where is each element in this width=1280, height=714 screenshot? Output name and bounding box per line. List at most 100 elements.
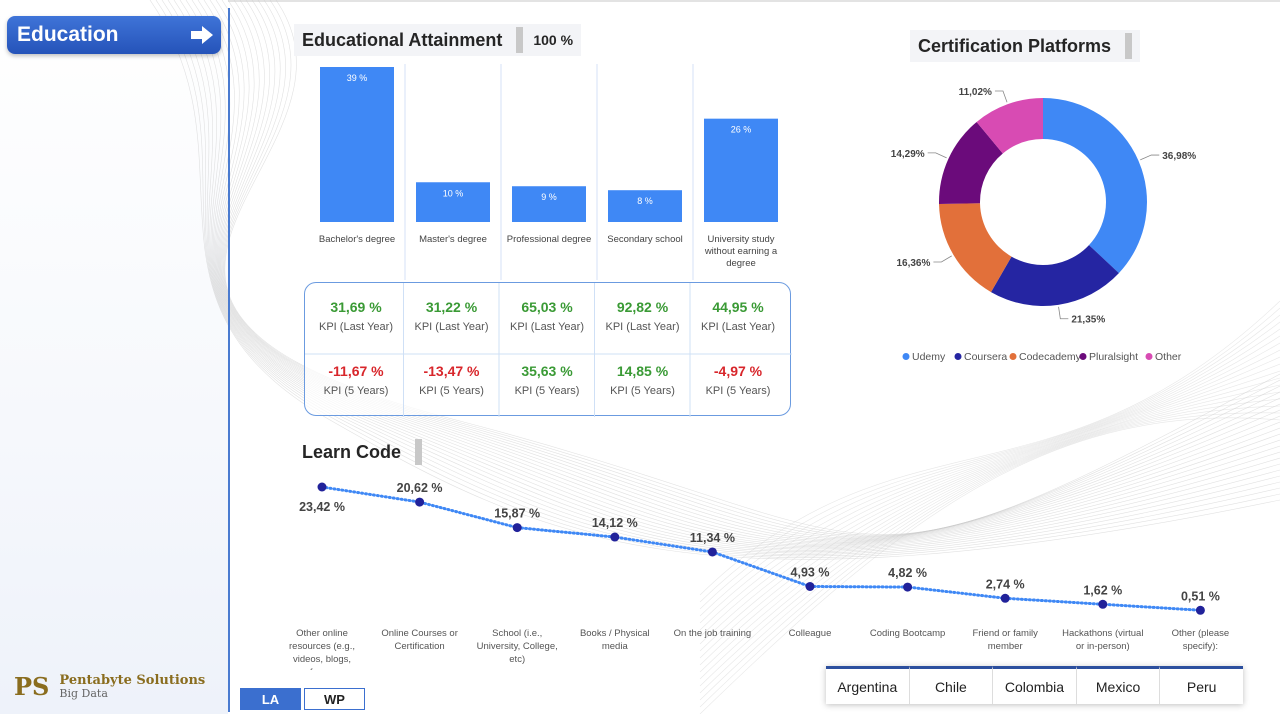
donut-leader-line (1058, 306, 1069, 320)
line-data-label: 4,93 % (791, 565, 830, 579)
kpi-label: KPI (Last Year) (510, 321, 584, 333)
company-logo: PS Pentabyte Solutions Big Data (14, 672, 205, 701)
kpi-value: 31,22 % (425, 299, 478, 315)
kpi-value: 65,03 % (521, 299, 573, 315)
kpi-last-year-cell: 65,03 % KPI (Last Year) (499, 299, 595, 333)
line-point (805, 581, 815, 591)
donut-leader-line (994, 90, 1008, 103)
bar-category-label: University study without earning a degree (704, 234, 778, 269)
kpi-value: 92,82 % (616, 299, 669, 315)
sidebar-divider (228, 8, 230, 712)
title-accent-bar (415, 439, 423, 465)
donut-data-label: 11,02% (959, 87, 992, 98)
legend-marker (1079, 353, 1087, 360)
line-category-label: School (i.e., University, College, etc) (477, 628, 558, 665)
title-accent-bar (1125, 33, 1133, 59)
education-nav-label: Education (17, 23, 119, 46)
toggle-la-button[interactable]: LA (240, 688, 301, 710)
donut-chart-title: Certification Platforms (918, 35, 1112, 56)
legend-marker (1145, 353, 1153, 360)
country-button-argentina[interactable]: Argentina (826, 666, 910, 704)
line-chart-title: Learn Code (302, 441, 402, 462)
legend-label: Other (1155, 351, 1182, 363)
logo-mark: PS (14, 672, 50, 701)
kpi-value: -13,47 % (423, 363, 480, 379)
legend-label: Coursera (964, 351, 1007, 363)
country-button-colombia[interactable]: Colombia (993, 666, 1077, 704)
toggle-wp-button[interactable]: WP (304, 688, 365, 710)
line-data-label: 2,74 % (986, 577, 1025, 591)
bar-data-label: 10 % (443, 188, 464, 198)
line-point (1098, 599, 1108, 609)
logo-name: Pentabyte Solutions (59, 672, 206, 688)
line-point (903, 582, 913, 592)
bar-data-label: 39 % (347, 73, 368, 83)
line-data-label: 20,62 % (397, 481, 443, 495)
learn-code-title: Learn Code (294, 436, 430, 468)
kpi-label: KPI (Last Year) (319, 321, 393, 333)
kpi-five-years-cell: -4,97 % KPI (5 Years) (690, 363, 786, 397)
line-category-label: Online Courses or Certification (381, 628, 458, 652)
kpi-table: 31,69 % KPI (Last Year) 31,22 % KPI (Last Y… (304, 282, 792, 417)
line-data-label: 23,42 % (299, 500, 345, 514)
line-category-label: Coding Bootcamp (870, 628, 946, 639)
legend-marker (902, 353, 910, 360)
donut-slice (1043, 98, 1147, 274)
kpi-label: KPI (5 Years) (323, 385, 389, 397)
bar-category-label: Secondary school (607, 234, 683, 245)
kpi-value: 14,85 % (616, 363, 669, 379)
bar-data-label: 9 % (541, 192, 557, 202)
country-button-chile[interactable]: Chile (909, 666, 994, 704)
line-category-label: Other online resources (e.g., videos, blog… (289, 628, 355, 670)
legend-label: Udemy (912, 351, 946, 363)
kpi-label: KPI (Last Year) (605, 321, 680, 333)
bar-category-label: Professional degree (507, 234, 592, 245)
donut-leader-line (933, 255, 952, 263)
kpi-five-years-cell: -11,67 % KPI (5 Years) (308, 363, 404, 397)
kpi-label: KPI (5 Years) (705, 385, 771, 397)
line-category-label: Books / Physical media (580, 628, 650, 652)
line-data-label: 11,34 % (690, 531, 735, 545)
legend-label: Pluralsight (1089, 351, 1138, 363)
line-point (415, 497, 425, 507)
kpi-last-year-cell: 31,69 % KPI (Last Year) (308, 299, 404, 333)
kpi-value: 35,63 % (521, 363, 573, 379)
donut-leader-line (1140, 154, 1160, 161)
donut-data-label: 16,36% (896, 258, 930, 269)
arrow-right-icon (191, 26, 213, 44)
kpi-value: -11,67 % (328, 363, 384, 379)
line-point (610, 532, 620, 542)
line-point (1195, 605, 1205, 615)
donut-data-label: 21,35% (1071, 315, 1105, 326)
kpi-value: -4,97 % (713, 363, 763, 379)
kpi-label: KPI (Last Year) (414, 321, 489, 333)
line-data-label: 15,87 % (494, 507, 540, 521)
bar-chart-title: Educational Attainment (302, 29, 503, 50)
sidebar (0, 0, 228, 714)
country-button-mexico[interactable]: Mexico (1076, 666, 1161, 704)
learn-code-line-chart: 23,42 % Other online resources (e.g., video… (289, 481, 1230, 670)
country-button-peru[interactable]: Peru (1160, 666, 1243, 704)
line-data-label: 14,12 % (592, 516, 638, 530)
legend-label: Codecademy (1019, 351, 1082, 363)
line-category-label: On the job training (674, 628, 752, 639)
legend-marker (954, 353, 962, 360)
legend-marker (1009, 353, 1017, 360)
learn-code-line (320, 485, 1202, 612)
certification-platforms-donut-chart: 36,98% 21,35% 16,36% 14,29% 11,02% Udemy Cours… (891, 87, 1196, 363)
education-nav-button[interactable]: Education (7, 16, 221, 54)
line-category-label: Other (please specify): (1172, 628, 1230, 652)
line-category-label: Friend or family member (972, 628, 1038, 652)
kpi-label: KPI (5 Years) (419, 385, 484, 397)
line-category-label: Hackathons (virtual or in-person) (1062, 628, 1143, 652)
bar-category-label: Bachelor's degree (319, 234, 395, 245)
kpi-label: KPI (5 Years) (514, 385, 580, 397)
kpi-value: 31,69 % (330, 299, 382, 315)
kpi-five-years-cell: -13,47 % KPI (5 Years) (404, 363, 500, 397)
title-accent-bar (516, 27, 524, 53)
line-point (317, 482, 327, 492)
kpi-five-years-cell: 35,63 % KPI (5 Years) (499, 363, 595, 397)
kpi-last-year-cell: 44,95 % KPI (Last Year) (690, 299, 786, 333)
kpi-label: KPI (5 Years) (610, 385, 675, 397)
line-point (1000, 593, 1010, 603)
